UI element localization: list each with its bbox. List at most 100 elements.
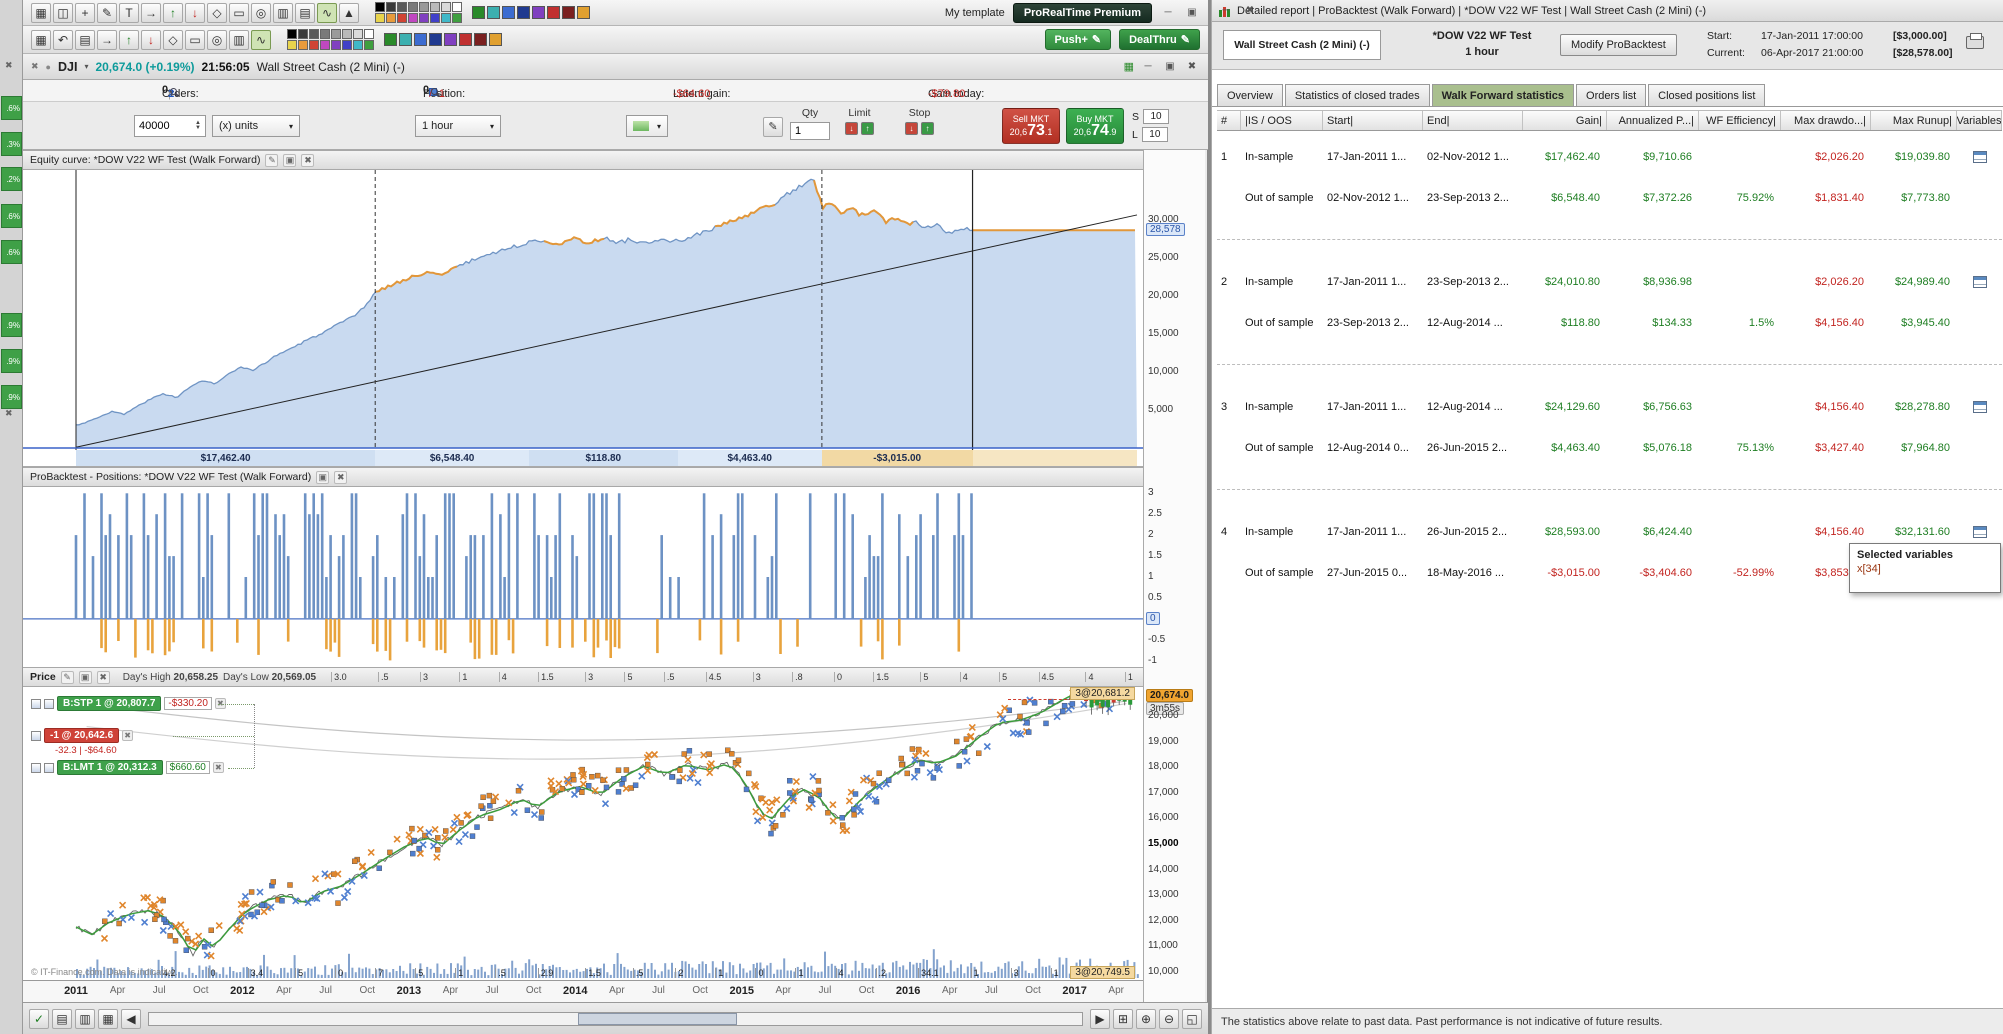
pane-popout-icon[interactable]: ▣ — [316, 470, 330, 484]
column-header[interactable]: Annualized P...| — [1607, 111, 1699, 130]
auto-scale-icon[interactable]: ✓ — [29, 1008, 49, 1029]
color-swatch-icon[interactable] — [375, 2, 385, 12]
undo-icon[interactable]: ↶ — [53, 29, 73, 50]
pane-settings-icon[interactable]: ✎ — [265, 153, 279, 167]
order-tool-icon[interactable] — [31, 762, 41, 773]
order-tool-icon[interactable] — [44, 762, 54, 773]
color-swatch-icon[interactable] — [331, 40, 341, 50]
position-magnifier-icon[interactable] — [431, 88, 439, 95]
price-chart[interactable]: B:STP 1 @ 20,807.7 -$330.20 ✖ -1 @ 20,64… — [23, 687, 1143, 980]
indicator-list-icon[interactable]: ▥ — [75, 1008, 95, 1029]
watchlist-item[interactable]: .6% — [1, 240, 22, 264]
quick-swatches[interactable] — [384, 33, 502, 46]
color-swatch-icon[interactable] — [577, 6, 590, 19]
area-chart-mode-icon[interactable]: ▲ — [339, 2, 359, 23]
column-header[interactable]: Max Runup| — [1871, 111, 1957, 130]
close-position-icon[interactable]: ✖ — [122, 730, 134, 741]
pane-close-icon[interactable]: ✖ — [301, 153, 315, 167]
tab-orders-list[interactable]: Orders list — [1576, 84, 1647, 106]
color-swatch-icon[interactable] — [444, 33, 457, 46]
fit-screen-icon[interactable]: ◱ — [1182, 1008, 1202, 1029]
watchlist-item[interactable]: .2% — [1, 167, 22, 191]
minimize-icon[interactable]: ─ — [1140, 61, 1156, 72]
color-swatch-icon[interactable] — [375, 13, 385, 23]
stepper-arrows-icon[interactable]: ▲ ▼ — [195, 120, 201, 131]
color-swatch-icon[interactable] — [364, 40, 374, 50]
column-header[interactable]: Start| — [1323, 111, 1423, 130]
table-row[interactable]: 1 In-sample 17-Jan-2011 1... 02-Nov-2012 1.… — [1217, 136, 2002, 177]
limit-sell-icon[interactable]: ↓ — [845, 122, 858, 135]
candles-icon[interactable]: ▥ — [229, 29, 249, 50]
color-swatch-icon[interactable] — [397, 13, 407, 23]
snap-magnet-icon[interactable]: ⊞ — [1113, 1008, 1133, 1029]
tab-walk-forward-statistics[interactable]: Walk Forward statistics — [1431, 84, 1575, 106]
column-header[interactable]: # — [1217, 111, 1241, 130]
delete-drawings-icon[interactable]: ▦ — [31, 2, 51, 23]
free-select-icon[interactable]: ◇ — [163, 29, 183, 50]
cancel-order-icon[interactable]: ✖ — [212, 762, 224, 773]
color-swatch-icon[interactable] — [474, 33, 487, 46]
table-row[interactable]: Out of sample 12-Aug-2014 0... 26-Jun-2015… — [1217, 427, 2002, 468]
my-template-label[interactable]: My template — [945, 7, 1005, 19]
color-swatch-icon[interactable] — [298, 40, 308, 50]
positions-histogram-chart[interactable] — [23, 487, 1143, 667]
watchlist-item[interactable]: .9% — [1, 313, 22, 337]
zoom-out-icon[interactable]: ⊖ — [1159, 1008, 1179, 1029]
scroll-right-icon[interactable]: ▶ — [1090, 1008, 1110, 1029]
watchlist-item[interactable]: .3% — [1, 132, 22, 156]
lasso-select-icon[interactable]: ◇ — [207, 2, 227, 23]
maximize-icon[interactable]: ▣ — [1162, 61, 1178, 72]
minimize-icon[interactable]: ─ — [1160, 7, 1176, 18]
table-row[interactable]: 2 In-sample 17-Jan-2011 1... 23-Sep-2013 2.… — [1217, 261, 2002, 302]
print-icon[interactable] — [1966, 33, 1984, 49]
color-swatch-icon[interactable] — [399, 33, 412, 46]
time-axis[interactable]: 2011 Apr Jul Oct 2012 Apr Jul Oct 2013 Apr Jul Oct 2… — [23, 980, 1143, 1002]
color-swatch-icon[interactable] — [408, 13, 418, 23]
tab-statistics-of-closed-trades[interactable]: Statistics of closed trades — [1284, 84, 1430, 106]
stop-sell-icon[interactable]: ↓ — [905, 122, 918, 135]
order-tool-icon[interactable] — [31, 730, 41, 741]
color-swatch-icon[interactable] — [430, 2, 440, 12]
push-button[interactable]: Push+ ✎ — [1044, 29, 1112, 50]
buy-stop-order-pill[interactable]: B:STP 1 @ 20,807.7 — [57, 696, 162, 711]
pencil-draw-icon[interactable]: ✎ — [97, 2, 117, 23]
color-swatch-icon[interactable] — [386, 2, 396, 12]
order-tool-icon[interactable] — [44, 698, 54, 709]
qty-input[interactable] — [795, 125, 825, 137]
color-swatch-icon[interactable] — [408, 2, 418, 12]
close-icon[interactable]: ✖ — [1242, 5, 1258, 16]
color-swatch-icon[interactable] — [429, 33, 442, 46]
buy-market-button[interactable]: Buy MKT 20,6 74.9 — [1066, 108, 1124, 144]
quantity-input[interactable] — [139, 120, 196, 132]
wf-table-header[interactable]: # |IS / OOS Start| End| Gain| Annualized P...… — [1217, 110, 2002, 131]
modify-probacktest-button[interactable]: Modify ProBacktest — [1560, 34, 1677, 56]
close-icon[interactable]: ✖ — [5, 408, 13, 419]
watchlist-item[interactable]: .9% — [1, 385, 22, 409]
variables-table-icon[interactable] — [1972, 150, 1987, 163]
report-instrument-box[interactable]: Wall Street Cash (2 Mini) (-) — [1223, 30, 1381, 60]
column-header[interactable]: WF Efficiency| — [1699, 111, 1781, 130]
sell-arrow-icon[interactable]: ↓ — [185, 2, 205, 23]
close-icon[interactable]: ✖ — [31, 61, 39, 72]
color-swatch-icon[interactable] — [419, 2, 429, 12]
color-swatch-icon[interactable] — [309, 29, 319, 39]
column-header[interactable]: End| — [1423, 111, 1523, 130]
dealthru-button[interactable]: DealThru ✎ — [1119, 29, 1200, 50]
stop-distance-field[interactable]: 10 — [1143, 109, 1170, 124]
watchlist-item[interactable]: .9% — [1, 349, 22, 373]
zone-select-icon[interactable]: ▭ — [185, 29, 205, 50]
color-swatch-icon[interactable] — [441, 13, 451, 23]
duplicate-chart-icon[interactable]: ◫ — [53, 2, 73, 23]
table-row[interactable]: 3 In-sample 17-Jan-2011 1... 12-Aug-2014 ..… — [1217, 386, 2002, 427]
tab-closed-positions-list[interactable]: Closed positions list — [1648, 84, 1766, 106]
delete-icon[interactable]: ▦ — [31, 29, 51, 50]
buy-arrow-icon[interactable]: ↑ — [163, 2, 183, 23]
color-swatch-icon[interactable] — [414, 33, 427, 46]
pane-close-icon[interactable]: ✖ — [96, 670, 110, 684]
column-header[interactable]: Max drawdo...| — [1781, 111, 1871, 130]
magnifier-tool-icon[interactable]: ◎ — [207, 29, 227, 50]
crosshair-icon[interactable]: + — [75, 2, 95, 23]
candlestick-mode-icon[interactable]: ▥ — [273, 2, 293, 23]
buy-limit-order-pill[interactable]: B:LMT 1 @ 20,312.3 — [57, 760, 163, 775]
color-swatch-icon[interactable] — [298, 29, 308, 39]
